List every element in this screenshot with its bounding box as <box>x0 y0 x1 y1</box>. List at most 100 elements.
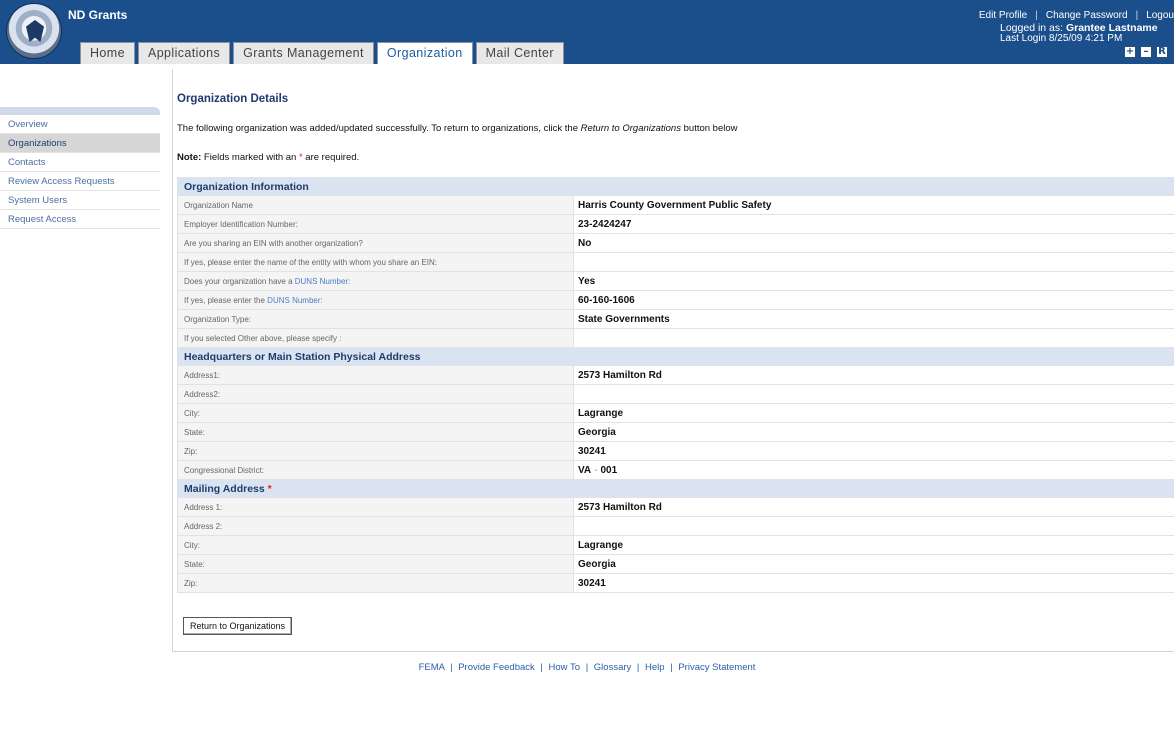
congressional-district-value: VA -001 <box>573 460 1174 480</box>
message-text-end: button below <box>680 123 738 134</box>
table-row: Organization Name Harris County Governme… <box>177 195 1174 215</box>
restore-icon[interactable]: R <box>1156 46 1168 58</box>
footer-separator: | <box>585 662 589 673</box>
cd-separator: - <box>594 464 598 476</box>
cd-state: VA <box>578 464 592 476</box>
mailing-zip-value: 30241 <box>573 573 1174 593</box>
footer-link-fema[interactable]: FEMA <box>419 662 445 673</box>
eagle-icon <box>26 20 44 42</box>
duns-help-link[interactable]: DUNS Number: <box>295 277 351 286</box>
field-label: If you selected Other above, please spec… <box>177 328 574 348</box>
return-to-organizations-button[interactable]: Return to Organizations <box>183 617 293 635</box>
has-duns-value: Yes <box>573 271 1174 291</box>
table-row: Address1: 2573 Hamilton Rd <box>177 365 1174 385</box>
tab-home[interactable]: Home <box>80 42 135 64</box>
footer-link-privacy-statement[interactable]: Privacy Statement <box>678 662 755 673</box>
sidebar: Overview Organizations Contacts Review A… <box>0 107 160 229</box>
tab-grants-management[interactable]: Grants Management <box>233 42 374 64</box>
section-header-headquarters: Headquarters or Main Station Physical Ad… <box>177 347 1174 366</box>
footer-link-glossary[interactable]: Glossary <box>594 662 631 673</box>
other-type-value <box>573 328 1174 348</box>
table-row: Address 2: <box>177 516 1174 536</box>
sidebar-item-organizations[interactable]: Organizations <box>0 134 160 153</box>
footer-separator: | <box>450 662 453 673</box>
table-row: Congressional District: VA -001 <box>177 460 1174 480</box>
field-label: Does your organization have a DUNS Numbe… <box>177 271 574 291</box>
table-row: If yes, please enter the DUNS Number: 60… <box>177 290 1174 310</box>
separator: | <box>1135 10 1139 21</box>
mailing-state-value: Georgia <box>573 554 1174 574</box>
table-row: City: Lagrange <box>177 535 1174 555</box>
footer-links: FEMA | Provide Feedback | How To | Gloss… <box>0 662 1174 673</box>
table-row: Address 1: 2573 Hamilton Rd <box>177 497 1174 517</box>
hq-address1-value: 2573 Hamilton Rd <box>573 365 1174 385</box>
ein-value: 23-2424247 <box>573 214 1174 234</box>
separator: | <box>1035 10 1038 21</box>
sidebar-item-review-access-requests[interactable]: Review Access Requests <box>0 172 160 191</box>
table-row: State: Georgia <box>177 554 1174 574</box>
main-tabs: Home Applications Grants Management Orga… <box>80 42 564 64</box>
hq-address2-value <box>573 384 1174 404</box>
section-header-organization-information: Organization Information <box>177 177 1174 196</box>
footer-separator: | <box>636 662 640 673</box>
footer-link-provide-feedback[interactable]: Provide Feedback <box>458 662 535 673</box>
field-label: City: <box>177 403 574 423</box>
tab-applications[interactable]: Applications <box>137 42 231 64</box>
section-header-mailing-address: Mailing Address * <box>177 479 1174 498</box>
table-row: State: Georgia <box>177 422 1174 442</box>
field-label: If yes, please enter the name of the ent… <box>177 252 574 272</box>
section-title: Mailing Address * <box>177 479 1174 498</box>
message-text-start: The following organization was added/upd… <box>177 123 581 134</box>
tab-mail-center[interactable]: Mail Center <box>475 42 564 64</box>
share-ein-value: No <box>573 233 1174 253</box>
organization-name-value: Harris County Government Public Safety <box>573 195 1174 215</box>
hq-state-value: Georgia <box>573 422 1174 442</box>
table-row: If you selected Other above, please spec… <box>177 328 1174 348</box>
header-bar: ND Grants Home Applications Grants Manag… <box>0 0 1174 64</box>
table-row: If yes, please enter the name of the ent… <box>177 252 1174 272</box>
duns-number-value: 60-160-1606 <box>573 290 1174 310</box>
section-title: Headquarters or Main Station Physical Ad… <box>177 347 1174 366</box>
mailing-city-value: Lagrange <box>573 535 1174 555</box>
sidebar-item-contacts[interactable]: Contacts <box>0 153 160 172</box>
field-label: State: <box>177 422 574 442</box>
change-password-link[interactable]: Change Password <box>1046 10 1128 21</box>
logout-link[interactable]: Logou <box>1146 10 1174 21</box>
footer-separator: | <box>670 662 673 673</box>
footer-link-help[interactable]: Help <box>645 662 665 673</box>
field-label: Zip: <box>177 441 574 461</box>
duns-help-link[interactable]: DUNS Number: <box>267 296 323 305</box>
table-row: City: Lagrange <box>177 403 1174 423</box>
field-label: Address 1: <box>177 497 574 517</box>
edit-profile-link[interactable]: Edit Profile <box>979 10 1027 21</box>
field-label: Are you sharing an EIN with another orga… <box>177 233 574 253</box>
ein-help-link[interactable]: Employer Identification Number: <box>177 214 574 234</box>
mailing-address1-value: 2573 Hamilton Rd <box>573 497 1174 517</box>
top-links: Edit Profile | Change Password | Logou <box>979 10 1174 21</box>
sidebar-item-overview[interactable]: Overview <box>0 115 160 134</box>
table-row: Does your organization have a DUNS Numbe… <box>177 271 1174 291</box>
label-text: Does your organization have a <box>184 276 295 286</box>
field-label: Address 2: <box>177 516 574 536</box>
cd-number: 001 <box>600 464 618 476</box>
field-label: Address2: <box>177 384 574 404</box>
collapse-icon[interactable]: – <box>1140 46 1152 58</box>
field-label: Address1: <box>177 365 574 385</box>
table-row: Zip: 30241 <box>177 573 1174 593</box>
expand-icon[interactable]: + <box>1124 46 1136 58</box>
tab-organization[interactable]: Organization <box>376 42 473 64</box>
label-text: If yes, please enter the <box>184 295 268 305</box>
table-row: Zip: 30241 <box>177 441 1174 461</box>
note-label: Note: <box>177 152 202 163</box>
sidebar-top-bar <box>0 107 160 115</box>
field-label: Zip: <box>177 573 574 593</box>
note-text-start: Fields marked with an <box>201 152 299 163</box>
field-label: If yes, please enter the DUNS Number: <box>177 290 574 310</box>
success-message: The following organization was added/upd… <box>177 123 738 134</box>
footer-link-how-to[interactable]: How To <box>549 662 581 673</box>
footer-separator: | <box>540 662 543 673</box>
window-controls: + – R <box>1124 46 1168 58</box>
hq-city-value: Lagrange <box>573 403 1174 423</box>
sidebar-item-request-access[interactable]: Request Access <box>0 210 160 229</box>
sidebar-item-system-users[interactable]: System Users <box>0 191 160 210</box>
